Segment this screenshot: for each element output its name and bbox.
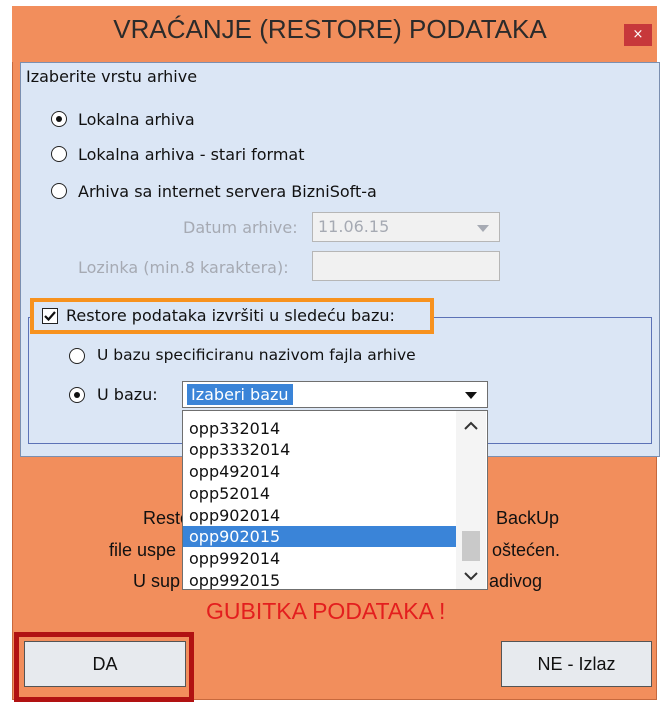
radio-selected-dot (55, 115, 62, 122)
archive-date-combo[interactable]: 11.06.15 (312, 212, 500, 242)
message-line2-right: oštećen. (492, 540, 561, 560)
dropdown-item-selected[interactable]: opp902015 (183, 526, 458, 547)
message-line3-right: adivog (489, 571, 543, 591)
password-input[interactable] (312, 251, 500, 281)
window-title: VRAĆANJE (RESTORE) PODATAKA (113, 14, 547, 44)
archive-date-label: Datum arhive: (183, 218, 298, 237)
restore-target-checkbox[interactable] (42, 308, 58, 324)
message-line3-left: U sup (133, 571, 181, 591)
chevron-down-icon[interactable] (465, 392, 477, 399)
radio-local-archive[interactable] (51, 111, 67, 127)
dropdown-item[interactable]: opp52014 (189, 483, 270, 504)
dropdown-scroll-thumb[interactable] (462, 531, 480, 561)
radio-internet-archive[interactable] (51, 183, 67, 199)
radio-selected-dot (73, 391, 80, 398)
scroll-up-icon[interactable] (463, 421, 479, 431)
radio-old-format-archive[interactable] (51, 146, 67, 162)
dropdown-scrollbar[interactable] (456, 411, 486, 589)
dropdown-item[interactable]: opp992014 (189, 548, 280, 569)
scroll-down-icon[interactable] (463, 571, 479, 581)
dropdown-item[interactable]: opp902014 (189, 505, 280, 526)
warning-text: GUBITKA PODATAKA ! (206, 598, 446, 624)
radio-label-db-from-filename[interactable]: U bazu specificiranu nazivom fajla arhiv… (97, 346, 416, 364)
radio-db-from-filename[interactable] (69, 348, 85, 364)
database-combo-value: Izaberi bazu (187, 384, 293, 405)
archive-type-heading: Izaberite vrstu arhive (26, 67, 198, 86)
radio-label-local-archive[interactable]: Lokalna arhiva (78, 110, 195, 129)
dropdown-item[interactable]: opp992015 (189, 570, 280, 589)
radio-db-choose[interactable] (69, 387, 85, 403)
archive-date-value: 11.06.15 (318, 217, 390, 236)
message-line2-left: file uspe (109, 540, 177, 560)
yes-button-highlight (14, 632, 194, 702)
no-exit-button[interactable]: NE - Izlaz (501, 641, 652, 687)
restore-target-checkbox-label[interactable]: Restore podataka izvršiti u sledeću bazu… (66, 306, 395, 325)
database-combo[interactable]: Izaberi bazu (182, 381, 488, 408)
password-label: Lozinka (min.8 karaktera): (78, 258, 289, 277)
database-dropdown-list[interactable]: opp332014 opp3332014 opp492014 opp52014 … (182, 410, 488, 590)
radio-label-old-format-archive[interactable]: Lokalna arhiva - stari format (78, 145, 305, 164)
dropdown-item[interactable]: opp3332014 (189, 439, 290, 460)
checkmark-icon (44, 311, 56, 322)
radio-label-db-choose[interactable]: U bazu: (97, 385, 158, 404)
message-line1-right: BackUp (496, 508, 560, 528)
dropdown-item[interactable]: opp332014 (189, 418, 280, 439)
close-button[interactable]: × (624, 24, 652, 46)
radio-label-internet-archive[interactable]: Arhiva sa internet servera BizniSoft-a (78, 182, 377, 201)
dropdown-item[interactable]: opp492014 (189, 461, 280, 482)
chevron-down-icon (477, 225, 489, 232)
